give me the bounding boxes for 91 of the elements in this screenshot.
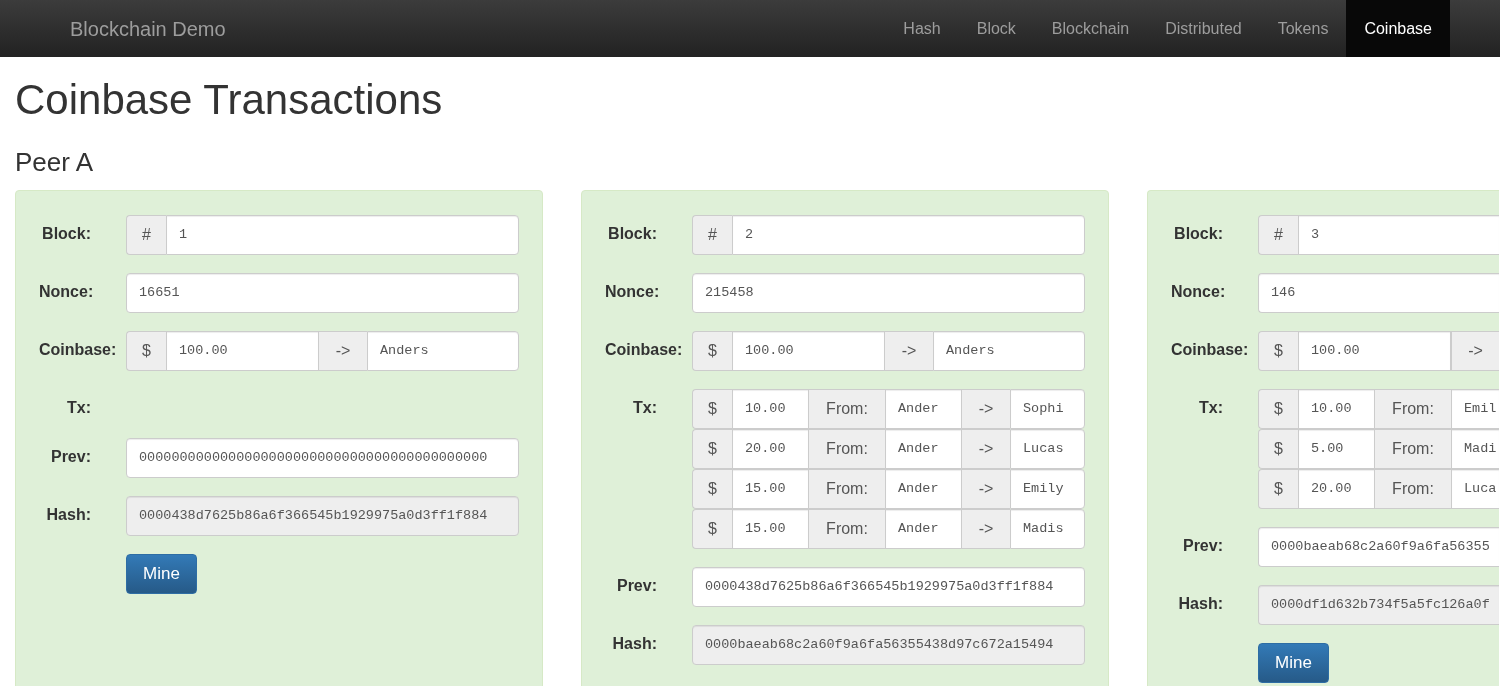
nav-link[interactable]: Block <box>958 0 1034 57</box>
field-label: Nonce: <box>39 282 94 300</box>
field-label: Tx: <box>67 398 91 416</box>
block-number-field[interactable]: 2 <box>732 214 1085 255</box>
field-label: Coinbase: <box>1171 340 1249 358</box>
brand[interactable]: Blockchain Demo <box>70 13 226 44</box>
currency-addon: $ <box>1258 468 1298 509</box>
arrow-addon: -> <box>962 508 1010 549</box>
sender-field[interactable]: Emil <box>1451 388 1499 429</box>
field-label: Block: <box>608 224 657 242</box>
field-label: Prev: <box>1182 536 1223 554</box>
nav-link[interactable]: Hash <box>885 0 959 57</box>
nonce-field[interactable]: 146 <box>1258 272 1499 313</box>
field-label: Hash: <box>612 634 657 652</box>
nav-link[interactable]: Distributed <box>1147 0 1260 57</box>
prev-hash-field[interactable]: 0000438d7625b86a6f366545b1929975a0d3ff1f884 <box>692 566 1085 607</box>
block-number-field[interactable]: 3 <box>1298 214 1499 255</box>
field-label: Prev: <box>616 576 657 594</box>
recipient-field[interactable]: Emily <box>1010 468 1085 509</box>
amount-field[interactable]: 100.00 <box>732 330 885 371</box>
block-number-field[interactable]: 1 <box>166 214 519 255</box>
from-addon: From: <box>809 388 885 429</box>
field-label: Hash: <box>46 505 91 523</box>
sender-field[interactable]: Luca <box>1451 468 1499 509</box>
field-label: Prev: <box>50 447 91 465</box>
currency-addon: $ <box>1258 330 1298 371</box>
amount-field[interactable]: 5.00 <box>1298 428 1375 469</box>
from-addon: From: <box>809 468 885 509</box>
page-title: Coinbase Transactions <box>15 77 444 124</box>
amount-field[interactable]: 10.00 <box>1298 388 1375 429</box>
currency-addon: $ <box>692 330 732 371</box>
amount-field[interactable]: 10.00 <box>732 388 809 429</box>
hash-field[interactable]: 0000df1d632b734f5a5fc126a0f <box>1258 584 1499 625</box>
sender-field[interactable]: Ander <box>885 508 962 549</box>
arrow-addon: -> <box>962 388 1010 429</box>
nav-link[interactable]: Coinbase <box>1346 0 1450 57</box>
nonce-field[interactable]: 215458 <box>692 272 1085 313</box>
recipient-field[interactable]: Anders <box>367 330 519 371</box>
amount-field[interactable]: 15.00 <box>732 508 809 549</box>
field-label: Tx: <box>633 398 657 416</box>
nav-link[interactable]: Blockchain <box>1033 0 1148 57</box>
prev-hash-field[interactable]: 0000baeab68c2a60f9a6fa56355 <box>1258 526 1499 567</box>
hash-field[interactable]: 0000baeab68c2a60f9a6fa56355438d97c672a15494 <box>692 624 1085 665</box>
currency-addon: $ <box>126 330 166 371</box>
currency-addon: $ <box>692 388 732 429</box>
hash-sign-addon: # <box>692 214 732 255</box>
amount-field[interactable]: 100.00 <box>1298 330 1451 371</box>
currency-addon: $ <box>692 468 732 509</box>
amount-field[interactable]: 15.00 <box>732 468 809 509</box>
amount-field[interactable]: 20.00 <box>1298 468 1375 509</box>
arrow-addon: -> <box>962 428 1010 469</box>
amount-field[interactable]: 100.00 <box>166 330 319 371</box>
field-label: Tx: <box>1199 398 1223 416</box>
field-label: Nonce: <box>605 282 660 300</box>
currency-addon: $ <box>1258 428 1298 469</box>
nav-link[interactable]: Tokens <box>1259 0 1347 57</box>
peer-heading: Peer A <box>15 148 95 177</box>
mine-button[interactable]: Mine <box>1258 642 1329 683</box>
field-label: Block: <box>42 224 91 242</box>
arrow-addon: -> <box>1451 330 1499 371</box>
recipient-field[interactable]: Sophi <box>1010 388 1085 429</box>
hash-field[interactable]: 0000438d7625b86a6f366545b1929975a0d3ff1f884 <box>126 495 519 536</box>
field-label: Hash: <box>1178 594 1223 612</box>
field-label: Coinbase: <box>39 340 117 358</box>
from-addon: From: <box>1375 388 1451 429</box>
from-addon: From: <box>809 428 885 469</box>
field-label: Coinbase: <box>605 340 683 358</box>
sender-field[interactable]: Ander <box>885 388 962 429</box>
field-label: Nonce: <box>1171 282 1226 300</box>
sender-field[interactable]: Madi <box>1451 428 1499 469</box>
arrow-addon: -> <box>962 468 1010 509</box>
sender-field[interactable]: Ander <box>885 428 962 469</box>
mine-button[interactable]: Mine <box>126 553 197 594</box>
field-label: Block: <box>1174 224 1223 242</box>
from-addon: From: <box>1375 468 1451 509</box>
arrow-addon: -> <box>319 330 367 371</box>
from-addon: From: <box>1375 428 1451 469</box>
recipient-field[interactable]: Lucas <box>1010 428 1085 469</box>
sender-field[interactable]: Ander <box>885 468 962 509</box>
amount-field[interactable]: 20.00 <box>732 428 809 469</box>
currency-addon: $ <box>692 428 732 469</box>
currency-addon: $ <box>1258 388 1298 429</box>
nonce-field[interactable]: 16651 <box>126 272 519 313</box>
currency-addon: $ <box>692 508 732 549</box>
hash-sign-addon: # <box>1258 214 1298 255</box>
from-addon: From: <box>809 508 885 549</box>
recipient-field[interactable]: Madis <box>1010 508 1085 549</box>
recipient-field[interactable]: Anders <box>933 330 1085 371</box>
arrow-addon: -> <box>885 330 933 371</box>
prev-hash-field[interactable]: 0000000000000000000000000000000000000000000 <box>126 437 519 478</box>
hash-sign-addon: # <box>126 214 166 255</box>
